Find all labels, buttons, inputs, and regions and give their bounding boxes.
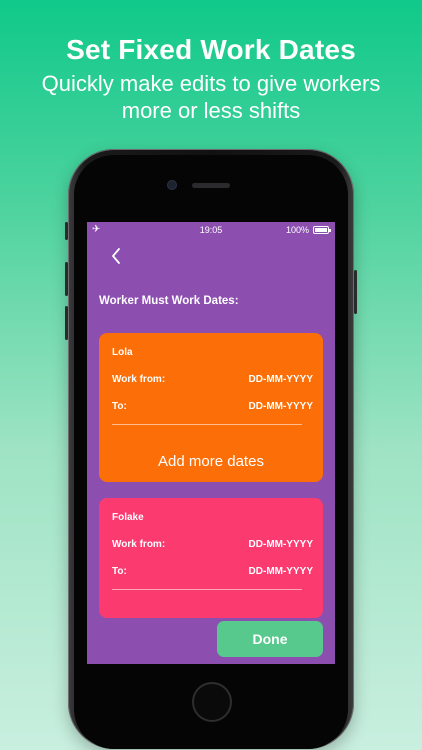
work-from-date-field[interactable]: DD-MM-YYYY (249, 539, 313, 550)
done-button[interactable]: Done (217, 621, 323, 657)
status-bar: ✈ 19:05 100% (87, 222, 335, 238)
mute-switch (65, 222, 68, 240)
battery-percent: 100% (285, 225, 309, 235)
work-from-label: Work from: (112, 539, 166, 550)
promo-title: Set Fixed Work Dates (66, 34, 356, 65)
section-title: Worker Must Work Dates: (99, 295, 239, 307)
promo-subtitle: Quickly make edits to give workers more … (41, 71, 381, 123)
power-button (354, 270, 357, 314)
to-label: To: (112, 401, 127, 412)
app-screen: ✈ 19:05 100% Worker Must Work Dates: Lol… (87, 222, 335, 664)
earpiece-speaker (192, 183, 230, 188)
work-from-date-field[interactable]: DD-MM-YYYY (249, 374, 313, 385)
worker-name: Folake (112, 512, 144, 523)
worker-card-lola: Lola Work from: DD-MM-YYYY To: DD-MM-YYY… (99, 333, 323, 482)
work-from-label: Work from: (112, 374, 166, 385)
back-button[interactable] (110, 246, 126, 266)
worker-name: Lola (112, 347, 133, 358)
divider (112, 424, 302, 425)
front-camera (168, 181, 176, 189)
home-button[interactable] (192, 682, 232, 722)
to-date-field[interactable]: DD-MM-YYYY (249, 401, 313, 412)
volume-down-button (65, 306, 68, 340)
chevron-left-icon (112, 248, 120, 264)
worker-card-folake: Folake Work from: DD-MM-YYYY To: DD-MM-Y… (99, 498, 323, 618)
battery-icon (313, 226, 331, 234)
to-date-field[interactable]: DD-MM-YYYY (249, 566, 313, 577)
to-label: To: (112, 566, 127, 577)
divider (112, 589, 302, 590)
volume-up-button (65, 262, 68, 296)
add-more-dates-button[interactable]: Add more dates (99, 453, 323, 470)
